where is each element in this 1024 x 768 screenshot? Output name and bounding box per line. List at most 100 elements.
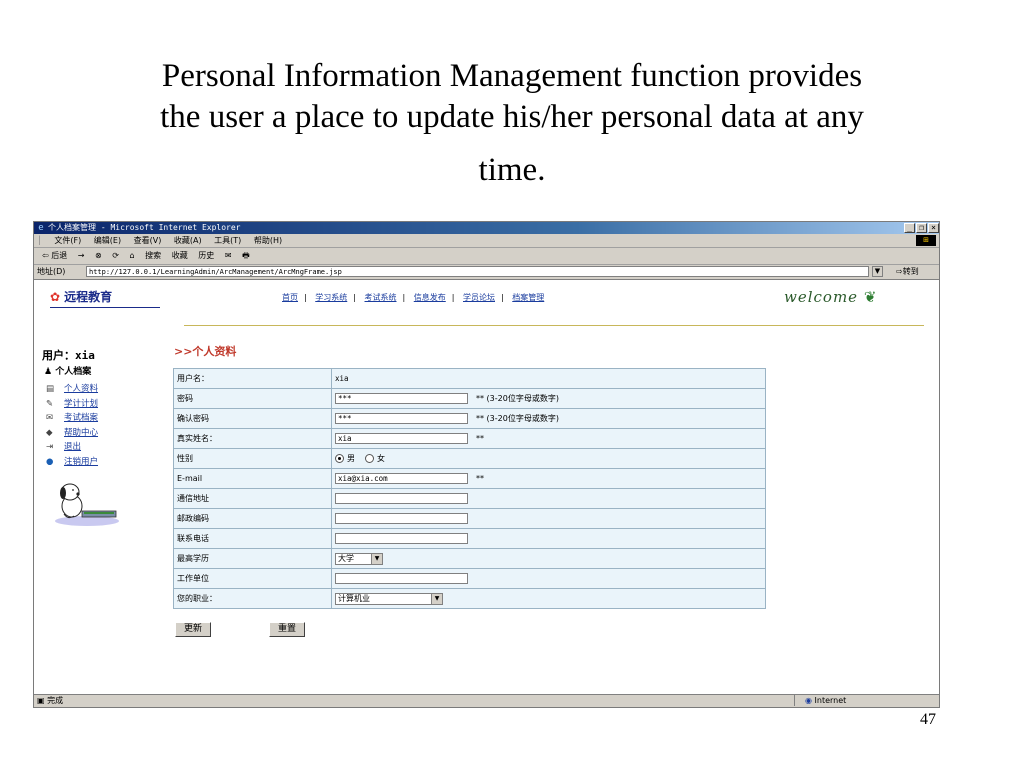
back-button[interactable]: ⇦ 后退 xyxy=(42,251,67,260)
home-icon[interactable]: ⌂ xyxy=(130,251,135,260)
form-row-workplace: 工作单位 xyxy=(173,568,766,589)
address-input[interactable] xyxy=(335,493,468,504)
password-input[interactable]: *** xyxy=(335,393,468,404)
stop-icon[interactable]: ⊗ xyxy=(95,251,102,260)
menu-favorites[interactable]: 收藏(A) xyxy=(174,236,202,245)
status-done: ▣ 完成 xyxy=(37,695,63,706)
nav-home[interactable]: 首页 xyxy=(282,293,298,302)
sidebar-item-exam-archive[interactable]: ✉ 考试档案 xyxy=(46,411,98,426)
history-button[interactable]: 历史 xyxy=(198,251,214,260)
workplace-cell xyxy=(331,568,766,589)
sidebar-item-label: 退出 xyxy=(64,442,82,452)
phone-label: 联系电话 xyxy=(173,528,332,549)
postcode-cell xyxy=(331,508,766,529)
go-button[interactable]: ⇨转到 xyxy=(896,265,919,279)
menu-view[interactable]: 查看(V) xyxy=(134,236,162,245)
search-button[interactable]: 搜索 xyxy=(145,251,161,260)
address-dropdown-icon[interactable]: ▼ xyxy=(872,266,883,277)
form-row-realname: 真实姓名： xia ** xyxy=(173,428,766,449)
ie-icon: e xyxy=(38,223,44,233)
nav-forum[interactable]: 学员论坛 xyxy=(463,293,495,302)
tree-section-label: 个人档案 xyxy=(55,367,92,377)
mail-icon[interactable]: ✉ xyxy=(225,251,232,260)
reset-button[interactable]: 重置 xyxy=(269,622,305,637)
windows-flag-icon: ⊞ xyxy=(916,235,936,246)
education-cell: 大学 ▼ xyxy=(331,548,766,569)
logo-text: 远程教育 xyxy=(64,290,113,304)
snoopy-mascot-image xyxy=(55,483,119,526)
realname-cell: xia ** xyxy=(331,428,766,449)
close-button[interactable]: × xyxy=(928,223,939,233)
menu-help[interactable]: 帮助(H) xyxy=(254,236,282,245)
form-row-address: 通信地址 xyxy=(173,488,766,509)
nav-learning[interactable]: 学习系统 xyxy=(315,293,347,302)
update-button[interactable]: 更新 xyxy=(175,622,211,637)
refresh-icon[interactable]: ⟳ xyxy=(112,251,119,260)
tree-header: ♟ 个人档案 xyxy=(44,364,91,377)
sidebar-item-help[interactable]: ◆ 帮助中心 xyxy=(46,426,98,441)
nav-separator: | xyxy=(353,293,356,302)
confirm-hint: ** (3-20位字母或数字) xyxy=(476,414,559,423)
password-hint: ** (3-20位字母或数字) xyxy=(476,394,559,403)
print-icon[interactable]: 🖶 xyxy=(242,251,250,260)
welcome-text: welcome xyxy=(784,288,859,306)
education-label: 最高学历 xyxy=(173,548,332,569)
phone-input[interactable] xyxy=(335,533,468,544)
sidebar-item-label: 考试档案 xyxy=(64,413,99,423)
restore-button[interactable]: ❐ xyxy=(916,223,927,233)
address-label: 地址(D) xyxy=(37,267,66,276)
confirm-cell: *** ** (3-20位字母或数字) xyxy=(331,408,766,429)
top-nav: 首页 | 学习系统 | 考试系统 | 信息发布 | 学员论坛 | 档案管理 xyxy=(282,292,544,303)
status-text: 完成 xyxy=(47,696,64,705)
chevron-down-icon: ▼ xyxy=(371,553,382,564)
occupation-value: 计算机业 xyxy=(338,593,370,603)
menu-tools[interactable]: 工具(T) xyxy=(214,236,241,245)
realname-label: 真实姓名： xyxy=(173,428,332,449)
nav-archive[interactable]: 档案管理 xyxy=(512,293,544,302)
menu-edit[interactable]: 编辑(E) xyxy=(94,236,121,245)
menu-grip: │ xyxy=(37,236,42,245)
status-bar: ▣ 完成 ◉ Internet xyxy=(34,694,939,707)
gender-male-radio[interactable] xyxy=(335,454,344,463)
password-cell: *** ** (3-20位字母或数字) xyxy=(331,388,766,409)
occupation-label: 您的职业： xyxy=(173,588,332,609)
zone-text: Internet xyxy=(814,696,847,705)
confirm-password-input[interactable]: *** xyxy=(335,413,468,424)
sidebar-item-label: 帮助中心 xyxy=(64,427,99,438)
realname-input[interactable]: xia xyxy=(335,433,468,444)
go-label: 转到 xyxy=(902,267,919,276)
gender-female-radio[interactable] xyxy=(365,454,374,463)
confirm-password-label: 确认密码 xyxy=(173,408,332,429)
occupation-select[interactable]: 计算机业 ▼ xyxy=(335,592,443,605)
page-icon: ▣ xyxy=(37,696,45,705)
site-logo[interactable]: ✿ 远程教育 xyxy=(50,288,160,308)
nav-news[interactable]: 信息发布 xyxy=(414,293,446,302)
sidebar-item-profile[interactable]: ▤ 个人资料 xyxy=(46,382,98,397)
title-bar: e 个人档案管理 - Microsoft Internet Explorer _… xyxy=(34,222,939,234)
favorites-button[interactable]: 收藏 xyxy=(172,251,188,260)
minimize-button[interactable]: _ xyxy=(904,223,915,233)
form-row-postcode: 邮政编码 xyxy=(173,508,766,529)
globe-icon: ◉ xyxy=(805,696,812,705)
sidebar-item-plan[interactable]: ✎ 学计计划 xyxy=(46,397,98,412)
sidebar-item-logout[interactable]: ● 注销用户 xyxy=(46,455,98,470)
nav-separator: | xyxy=(451,293,455,302)
forward-button[interactable]: → xyxy=(78,251,85,260)
email-input[interactable]: xia@xia.com xyxy=(335,473,468,484)
education-select[interactable]: 大学 ▼ xyxy=(335,552,383,565)
menu-file[interactable]: 文件(F) xyxy=(54,236,81,245)
workplace-input[interactable] xyxy=(335,573,468,584)
sidebar-tree: ▤ 个人资料 ✎ 学计计划 ✉ 考试档案 ◆ 帮助中心 ⇥ 退出 ● 注销用户 xyxy=(46,382,98,469)
nav-exam[interactable]: 考试系统 xyxy=(365,293,397,302)
nav-separator: | xyxy=(402,293,406,302)
sidebar-item-exit[interactable]: ⇥ 退出 xyxy=(46,440,98,455)
welcome-banner: welcome ❦ xyxy=(784,288,877,306)
address-input[interactable]: http://127.0.0.1/LearningAdmin/ArcManage… xyxy=(86,266,869,277)
sidebar-item-label: 个人资料 xyxy=(64,384,99,394)
user-label: 用户：xia xyxy=(42,349,95,362)
window-title: 个人档案管理 - Microsoft Internet Explorer xyxy=(48,223,241,232)
address-bar: 地址(D) http://127.0.0.1/LearningAdmin/Arc… xyxy=(34,265,939,280)
email-cell: xia@xia.com ** xyxy=(331,468,766,489)
postcode-input[interactable] xyxy=(335,513,468,524)
logo-swirl-icon: ✿ xyxy=(50,290,61,304)
